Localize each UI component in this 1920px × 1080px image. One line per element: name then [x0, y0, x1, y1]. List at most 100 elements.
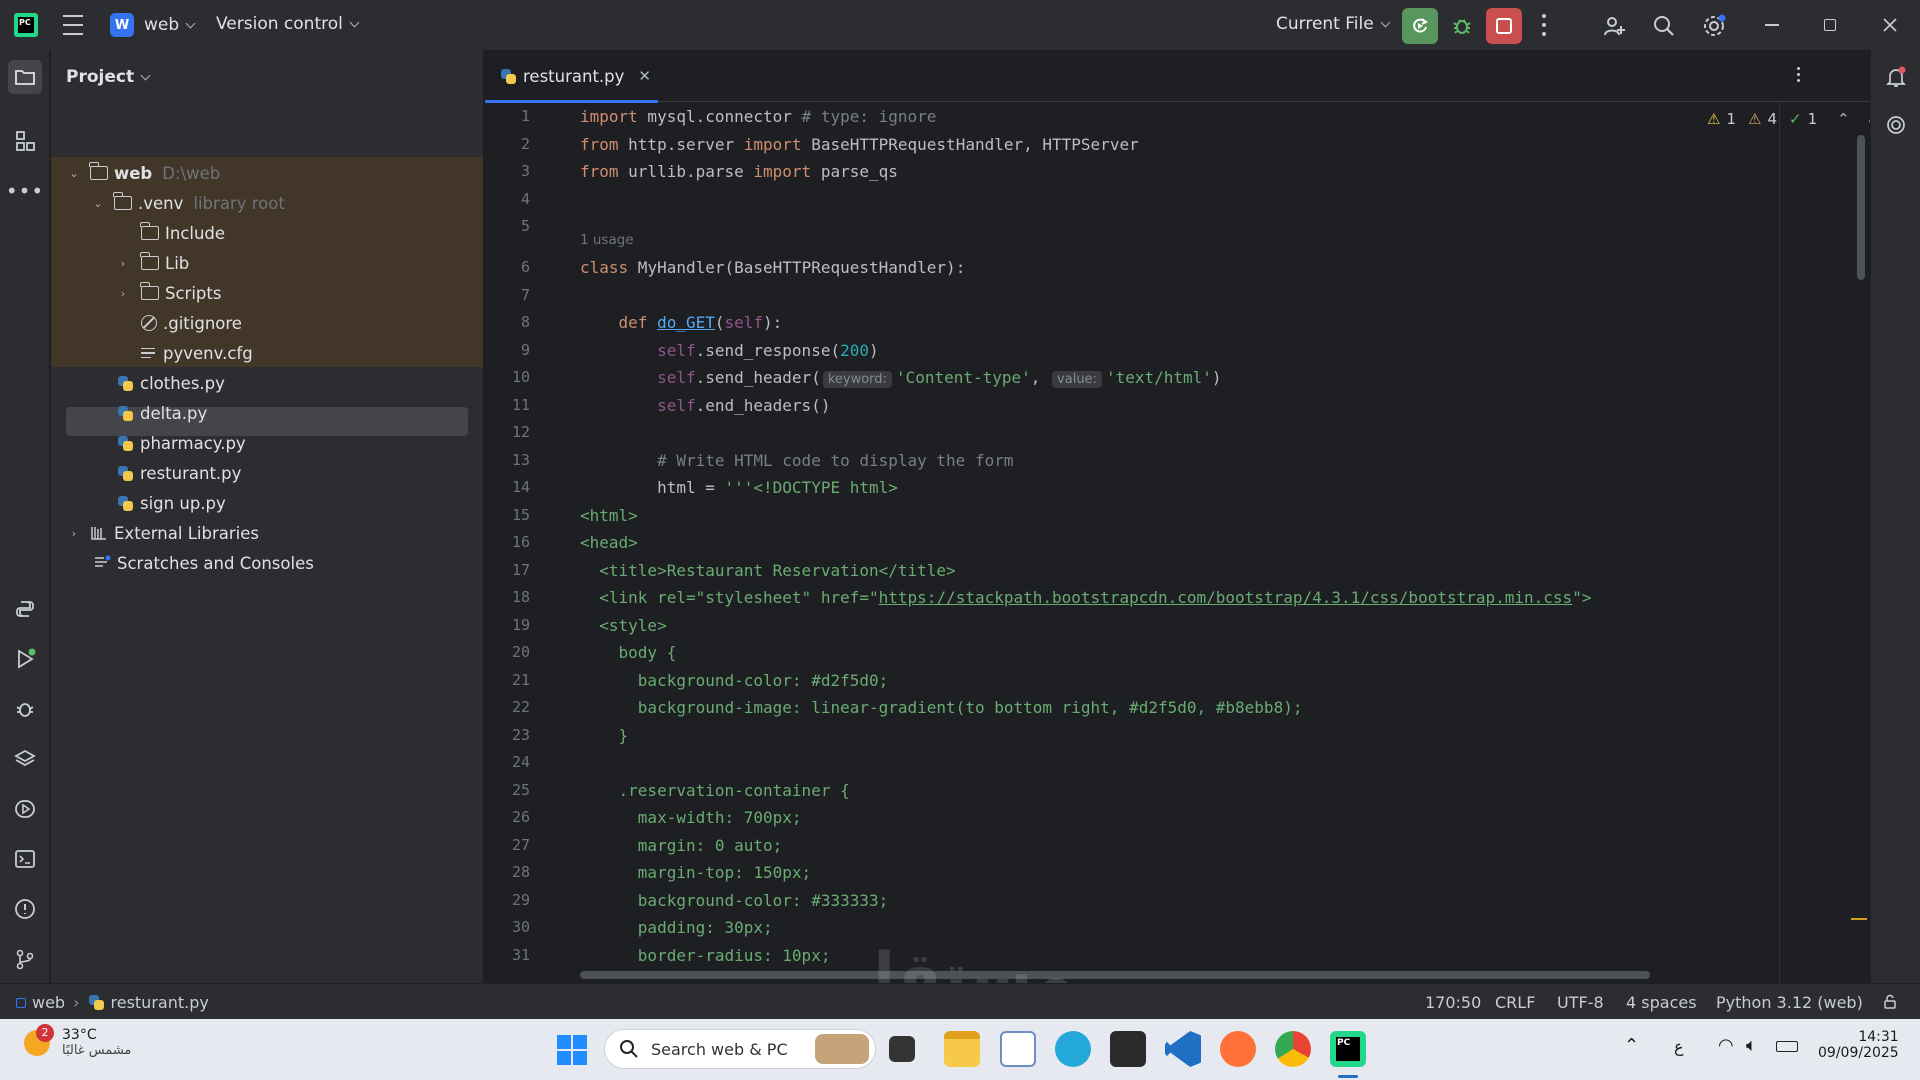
project-switcher[interactable]: W web	[110, 13, 196, 37]
wifi-icon[interactable]: ◠	[1718, 1035, 1734, 1056]
file-explorer-app[interactable]	[944, 1031, 980, 1067]
code-area[interactable]: import mysql.connector # type: ignore fr…	[580, 103, 1845, 983]
tree-item-scripts[interactable]: › Scripts	[51, 278, 484, 308]
line-number[interactable]: 4	[521, 190, 530, 208]
firefox-app[interactable]	[1220, 1031, 1256, 1067]
main-menu-icon[interactable]	[62, 15, 84, 35]
line-number[interactable]: 28	[512, 863, 530, 881]
line-number[interactable]: 13	[512, 451, 530, 469]
tree-item-web[interactable]: ⌄ web D:\web	[51, 158, 484, 188]
input-language[interactable]: ع	[1674, 1037, 1684, 1056]
line-number[interactable]: 20	[512, 643, 530, 661]
code-with-me-icon[interactable]	[1600, 12, 1628, 40]
horizontal-scrollbar[interactable]	[580, 971, 1650, 979]
restore-button[interactable]	[1816, 14, 1844, 36]
terminal-tool-button[interactable]	[10, 844, 40, 874]
weather-widget[interactable]: 2 33°C مشمس غالبًا	[24, 1023, 131, 1058]
vscode-app[interactable]	[1165, 1031, 1201, 1067]
project-panel-header[interactable]: Project	[51, 50, 483, 104]
line-number[interactable]: 7	[521, 286, 530, 304]
edge-app[interactable]	[1055, 1031, 1091, 1067]
line-number[interactable]: 17	[512, 561, 530, 579]
tree-item-gitignore[interactable]: .gitignore	[51, 308, 484, 338]
settings-gear-icon[interactable]	[1700, 12, 1728, 40]
line-number[interactable]: 9	[521, 341, 530, 359]
line-number[interactable]: 3	[521, 162, 530, 180]
tree-item-external-libraries[interactable]: › External Libraries	[51, 518, 484, 548]
error-stripe-marker[interactable]	[1851, 918, 1867, 920]
close-tab-icon[interactable]: ✕	[638, 67, 651, 85]
chevron-down-icon[interactable]: ⌄	[92, 197, 104, 210]
file-encoding[interactable]: UTF-8	[1557, 993, 1604, 1012]
line-number[interactable]: 2	[521, 135, 530, 153]
show-hidden-icons[interactable]: ⌃	[1624, 1035, 1639, 1056]
battery-icon[interactable]	[1776, 1041, 1798, 1052]
line-number[interactable]: 12	[512, 423, 530, 441]
lock-icon[interactable]	[1882, 994, 1896, 1009]
line-number[interactable]: 22	[512, 698, 530, 716]
close-window-button[interactable]	[1876, 12, 1904, 38]
breadcrumb-project[interactable]: web	[32, 993, 65, 1012]
problems-tool-button[interactable]	[10, 894, 40, 924]
structure-tool-button[interactable]	[10, 126, 40, 156]
line-number[interactable]: 26	[512, 808, 530, 826]
ai-assistant-icon[interactable]	[1883, 112, 1909, 138]
more-tools-icon[interactable]: •••	[6, 176, 43, 206]
vcs-menu[interactable]: Version control	[216, 14, 360, 34]
line-number[interactable]: 6	[521, 258, 530, 276]
python-console-button[interactable]	[10, 594, 40, 624]
line-number[interactable]: 15	[512, 506, 530, 524]
rerun-button[interactable]	[1402, 8, 1438, 44]
usage-hint[interactable]: 1 usage	[580, 227, 634, 254]
run-tool-button[interactable]	[10, 644, 40, 674]
volume-icon[interactable]: 🔈︎	[1746, 1035, 1757, 1056]
chevron-right-icon[interactable]: ›	[117, 257, 129, 270]
chevron-right-icon[interactable]: ›	[117, 287, 129, 300]
tree-item-include[interactable]: Include	[51, 218, 484, 248]
line-number[interactable]: 29	[512, 891, 530, 909]
debug-button[interactable]	[1448, 12, 1476, 40]
minimize-button[interactable]	[1758, 14, 1786, 36]
stop-button[interactable]	[1486, 8, 1522, 44]
chevron-down-icon[interactable]: ⌄	[68, 167, 80, 180]
vertical-scrollbar[interactable]	[1857, 135, 1865, 280]
line-number[interactable]: 25	[512, 781, 530, 799]
taskbar-search-box[interactable]: Search web & PC	[604, 1029, 876, 1069]
line-number[interactable]: 8	[521, 313, 530, 331]
project-tool-button[interactable]	[8, 60, 42, 94]
line-number[interactable]: 16	[512, 533, 530, 551]
chevron-right-icon[interactable]: ›	[68, 527, 80, 540]
debug-tool-button[interactable]	[10, 694, 40, 724]
tree-item-scratches[interactable]: Scratches and Consoles	[51, 548, 484, 578]
caret-position[interactable]: 170:50	[1425, 993, 1481, 1012]
clock[interactable]: 14:31 09/09/2025	[1818, 1029, 1899, 1061]
line-number[interactable]: 27	[512, 836, 530, 854]
line-number[interactable]: 18	[512, 588, 530, 606]
line-number[interactable]: 10	[512, 368, 530, 386]
python-interpreter[interactable]: Python 3.12 (web)	[1716, 993, 1863, 1012]
terminal-app[interactable]	[1110, 1031, 1146, 1067]
run-config-selector[interactable]: Current File	[1276, 14, 1391, 34]
line-number[interactable]: 23	[512, 726, 530, 744]
tree-item-venv[interactable]: ⌄ .venv library root	[51, 188, 484, 218]
line-number[interactable]: 24	[512, 753, 530, 771]
notepad-app[interactable]	[1000, 1031, 1036, 1067]
line-number[interactable]: 5	[521, 217, 530, 235]
tree-item-resturant[interactable]: resturant.py	[51, 458, 484, 488]
line-number[interactable]: 21	[512, 671, 530, 689]
more-actions-icon[interactable]	[1536, 14, 1552, 36]
tree-item-clothes[interactable]: clothes.py	[51, 368, 484, 398]
editor-tab-resturant[interactable]: resturant.py ✕	[485, 50, 658, 103]
line-number[interactable]: 31	[512, 946, 530, 964]
line-number[interactable]: 19	[512, 616, 530, 634]
python-packages-button[interactable]	[10, 744, 40, 774]
services-tool-button[interactable]	[10, 794, 40, 824]
tree-item-delta[interactable]: delta.py	[51, 398, 484, 428]
line-number[interactable]: 30	[512, 918, 530, 936]
line-number[interactable]: 11	[512, 396, 530, 414]
breadcrumb-file[interactable]: resturant.py	[111, 993, 209, 1012]
pycharm-app[interactable]: PC	[1330, 1031, 1366, 1067]
search-icon[interactable]	[1650, 12, 1678, 40]
task-view-app[interactable]	[889, 1036, 915, 1062]
indent-setting[interactable]: 4 spaces	[1626, 993, 1697, 1012]
